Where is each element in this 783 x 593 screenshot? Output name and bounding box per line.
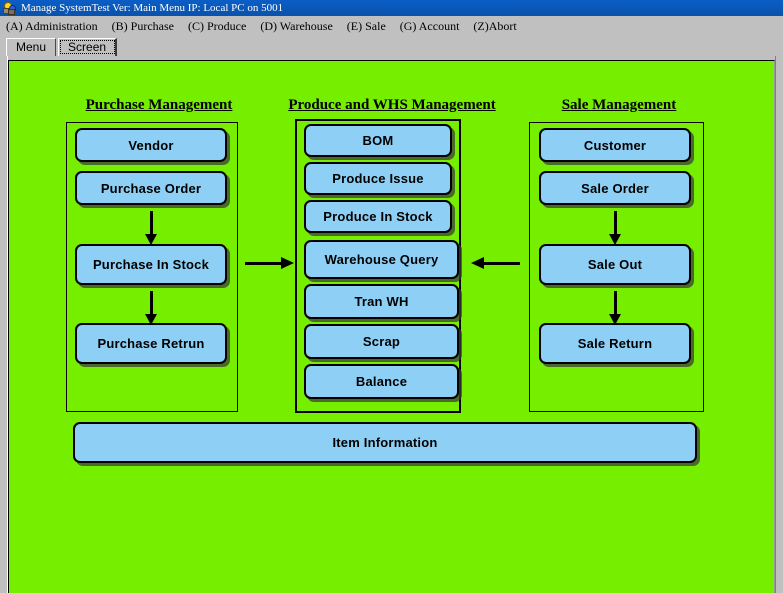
menu-label-account: (G) Account [399, 18, 460, 33]
left-rail [0, 56, 8, 593]
arrow-right-purchase-to-produce [245, 257, 294, 270]
tab-strip: Menu Screen [0, 36, 783, 56]
button-sale-return[interactable]: Sale Return [539, 323, 691, 364]
app-icon [3, 1, 17, 15]
button-item-information[interactable]: Item Information [73, 422, 697, 463]
title-bar: Manage SystemTest Ver: Main Menu IP: Loc… [0, 0, 783, 16]
menu-item-sale[interactable]: (E) Sale [347, 19, 386, 33]
button-scrap[interactable]: Scrap [304, 324, 459, 359]
tab-menu[interactable]: Menu [6, 38, 57, 56]
menu-item-account[interactable]: (G) Account [400, 19, 460, 33]
right-rail [775, 56, 783, 593]
button-warehouse-query[interactable]: Warehouse Query [304, 240, 459, 279]
button-purchase-in-stock[interactable]: Purchase In Stock [75, 244, 227, 285]
menu-label-abort: (Z)Abort [473, 18, 517, 33]
heading-purchase-management: Purchase Management [85, 97, 233, 113]
screen-panel: Purchase Management Produce and WHS Mana… [8, 60, 775, 593]
window-title: Manage SystemTest Ver: Main Menu IP: Loc… [21, 1, 284, 14]
menu-item-administration[interactable]: (A) Administration [6, 19, 98, 33]
menu-item-abort[interactable]: (Z)Abort [473, 19, 516, 33]
client-area: Purchase Management Produce and WHS Mana… [0, 56, 783, 593]
arrow-down-sale-2 [609, 291, 622, 325]
button-customer[interactable]: Customer [539, 128, 691, 162]
button-produce-in-stock[interactable]: Produce In Stock [304, 200, 452, 233]
menu-bar: (A) Administration (B) Purchase (C) Prod… [0, 16, 783, 36]
arrow-down-purchase-2 [145, 291, 158, 325]
button-bom[interactable]: BOM [304, 124, 452, 157]
menu-item-purchase[interactable]: (B) Purchase [112, 19, 174, 33]
menu-label-administration: (A) Administration [6, 18, 98, 33]
menu-label-warehouse: (D) Warehouse [260, 18, 333, 33]
menu-item-produce[interactable]: (C) Produce [188, 19, 246, 33]
arrow-left-sale-to-produce [471, 257, 520, 270]
arrow-down-purchase-1 [145, 211, 158, 245]
button-balance[interactable]: Balance [304, 364, 459, 399]
heading-sale-management: Sale Management [561, 97, 677, 113]
button-sale-out[interactable]: Sale Out [539, 244, 691, 285]
arrow-down-sale-1 [609, 211, 622, 245]
menu-item-warehouse[interactable]: (D) Warehouse [260, 19, 332, 33]
application-window: Manage SystemTest Ver: Main Menu IP: Loc… [0, 0, 783, 593]
button-purchase-retrun[interactable]: Purchase Retrun [75, 323, 227, 364]
button-purchase-order[interactable]: Purchase Order [75, 171, 227, 205]
heading-produce-whs-management: Produce and WHS Management [288, 97, 496, 113]
menu-label-produce: (C) Produce [188, 18, 247, 33]
tab-screen[interactable]: Screen [58, 38, 118, 56]
button-sale-order[interactable]: Sale Order [539, 171, 691, 205]
button-vendor[interactable]: Vendor [75, 128, 227, 162]
button-tran-wh[interactable]: Tran WH [304, 284, 459, 319]
menu-label-purchase: (B) Purchase [111, 18, 174, 33]
menu-label-sale: (E) Sale [346, 18, 386, 33]
button-produce-issue[interactable]: Produce Issue [304, 162, 452, 195]
